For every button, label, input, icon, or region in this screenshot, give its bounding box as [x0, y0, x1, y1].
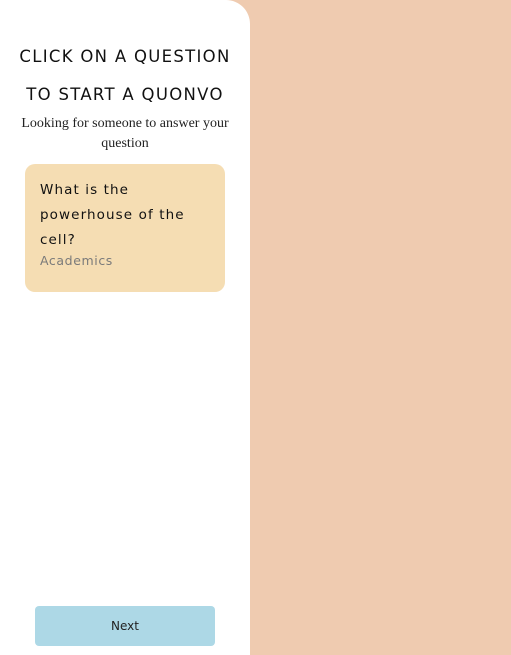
panel-title-line-1: CLICK ON A QUESTION [19, 47, 231, 66]
question-card[interactable]: What is the powerhouse of the cell? Acad… [25, 164, 225, 292]
status-text: Looking for someone to answer your quest… [21, 116, 229, 151]
question-category: Academics [40, 253, 113, 268]
question-text: What is the powerhouse of the cell? [40, 182, 185, 248]
panel-title: CLICK ON A QUESTION TO START A QUONVO [0, 38, 250, 114]
panel-title-line-2: TO START A QUONVO [26, 85, 224, 104]
question-panel: CLICK ON A QUESTION TO START A QUONVO Lo… [0, 0, 250, 655]
main-area [250, 0, 511, 655]
next-button[interactable]: Next [35, 606, 215, 646]
